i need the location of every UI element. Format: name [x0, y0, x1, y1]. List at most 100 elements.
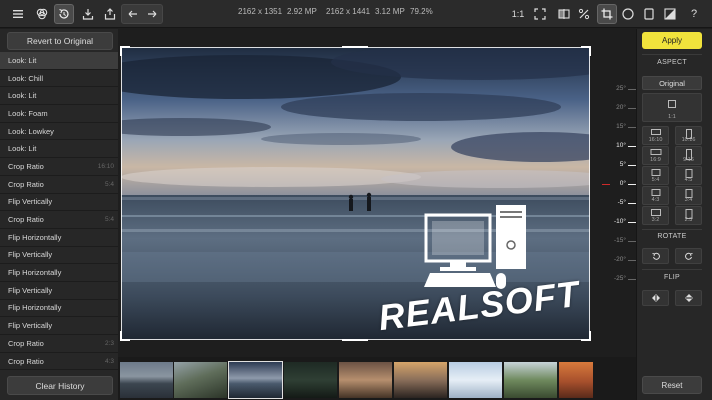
image-canvas[interactable]: REALSOFT [118, 29, 636, 357]
history-item-label: Crop Ratio [8, 338, 44, 348]
history-item[interactable]: Look: Chill [0, 70, 118, 88]
history-item-ratio: 4:3 [104, 357, 114, 365]
ruler-tick-mark [628, 241, 636, 242]
rect-icon[interactable] [639, 4, 659, 24]
history-item[interactable]: Look: Lit [0, 140, 118, 159]
share-icon[interactable] [100, 4, 120, 24]
thumbnail[interactable] [449, 362, 502, 398]
looks-icon[interactable] [32, 4, 52, 24]
aspect-ratio-label: 16:10 [648, 137, 663, 143]
zoom-1to1-button[interactable]: 1:1 [508, 4, 528, 24]
history-item[interactable]: Look: Lowkey [0, 123, 118, 141]
aspect-ratio-button[interactable]: 1:1 [642, 93, 702, 122]
aspect-ratio-button[interactable]: 4:5 [675, 166, 702, 185]
aspect-ratio-label: 16:9 [650, 157, 661, 163]
rotate-right-icon[interactable] [675, 248, 702, 264]
aspect-original-button[interactable]: Original [642, 76, 702, 90]
menu-icon[interactable] [8, 4, 28, 24]
ruler-tick-mark [628, 127, 636, 128]
rotate-left-icon[interactable] [642, 248, 669, 264]
thumbnail[interactable] [559, 362, 593, 398]
ruler-tick-label: 5° [619, 161, 626, 168]
crop-handle-top-left[interactable] [120, 46, 130, 56]
thumbnail[interactable] [174, 362, 227, 398]
aspect-ratio-button[interactable]: 9:16 [675, 146, 702, 165]
history-item[interactable]: Flip Horizontally [0, 264, 118, 282]
history-item-label: Flip Vertically [8, 197, 53, 207]
thumbnail[interactable] [504, 362, 557, 398]
history-item[interactable]: Crop Ratio 4:3 [0, 353, 118, 371]
revert-button[interactable]: Revert to Original [7, 32, 113, 50]
help-icon[interactable]: ? [684, 4, 704, 24]
thumbnail[interactable] [284, 362, 337, 398]
history-icon[interactable] [54, 4, 74, 24]
history-item[interactable]: Crop Ratio 5:4 [0, 176, 118, 194]
aspect-ratio-button[interactable]: 4:3 [642, 186, 669, 205]
history-item[interactable]: Flip Vertically [0, 247, 118, 265]
crop-handle-bottom-right[interactable] [581, 331, 591, 341]
aspect-ratio-button[interactable]: 16:10 [642, 126, 669, 145]
apply-button[interactable]: Apply [642, 32, 702, 49]
aspect-ratio-button[interactable]: 16:9 [642, 146, 669, 165]
crop-tools-panel: Apply ASPECT Original 1:1 16:10 10:16 16:9 9… [636, 29, 712, 400]
aspect-shape-icon [651, 169, 660, 176]
thumbnail[interactable] [394, 362, 447, 398]
history-item[interactable]: Look: Lit [0, 87, 118, 106]
ruler-tick-label: -15° [614, 237, 626, 244]
crop-frame[interactable] [121, 47, 590, 340]
aspect-ratio-button[interactable]: 2:3 [675, 206, 702, 225]
ruler-tick-label: 10° [616, 142, 626, 149]
aspect-ratio-label: 4:3 [651, 197, 660, 203]
reset-button[interactable]: Reset [642, 376, 702, 394]
history-item-label: Look: Lowkey [8, 126, 54, 136]
clear-history-button[interactable]: Clear History [7, 376, 113, 395]
thumbnail-selected[interactable] [228, 361, 283, 399]
fit-icon[interactable] [530, 4, 550, 24]
history-item[interactable]: Look: Foam [0, 105, 118, 123]
aspect-ratio-button[interactable]: 3:4 [675, 186, 702, 205]
history-item[interactable]: Flip Horizontally [0, 300, 118, 318]
history-item[interactable]: Look: Lit [0, 52, 118, 70]
history-item[interactable]: Crop Ratio 16:10 [0, 158, 118, 176]
original-dimensions: 2162 x 1351 [238, 7, 283, 16]
crop-handle-bottom-left[interactable] [120, 331, 130, 341]
flip-horizontal-icon[interactable] [642, 290, 669, 306]
undo-icon[interactable] [123, 4, 143, 24]
history-item-ratio: 5:4 [104, 180, 114, 188]
redo-icon[interactable] [142, 4, 162, 24]
mask-icon[interactable] [660, 4, 680, 24]
history-item-label: Flip Vertically [8, 285, 53, 295]
history-item[interactable]: Flip Vertically [0, 282, 118, 300]
thumbnail[interactable] [339, 362, 392, 398]
aspect-ratio-button[interactable]: 5:4 [642, 166, 669, 185]
crop-handle-bottom[interactable] [342, 339, 368, 341]
history-item[interactable]: Flip Horizontally [0, 229, 118, 247]
flip-title: FLIP [664, 274, 680, 281]
compare-icon[interactable] [554, 4, 574, 24]
history-item-label: Flip Horizontally [8, 268, 62, 278]
circle-icon[interactable] [618, 4, 638, 24]
aspect-ratio-button[interactable]: 3:2 [642, 206, 669, 225]
history-item[interactable]: Flip Vertically [0, 194, 118, 212]
history-item[interactable]: Crop Ratio 5:4 [0, 211, 118, 229]
photo-editor-app: 2162 x 1351 2.92 MP 2162 x 1441 3.12 MP … [0, 0, 712, 400]
thumbnail[interactable] [120, 362, 173, 398]
aspect-ratio-label: 5:4 [651, 177, 660, 183]
flip-vertical-icon[interactable] [675, 290, 702, 306]
aspect-shape-icon [650, 149, 661, 155]
history-item-label: Look: Lit [8, 91, 37, 101]
percent-icon[interactable] [574, 4, 594, 24]
ruler-tick-label: 15° [616, 123, 626, 130]
history-item-label: Crop Ratio [8, 215, 44, 225]
crop-handle-top-right[interactable] [581, 46, 591, 56]
import-icon[interactable] [78, 4, 98, 24]
rotation-ruler[interactable]: 25° 20° 15° 10° 5° 0° -5° -10° -15° -20° -25° [598, 85, 638, 295]
history-item[interactable]: Crop Ratio 2:3 [0, 335, 118, 353]
crop-icon[interactable] [597, 4, 617, 24]
crop-handle-top[interactable] [342, 46, 368, 48]
aspect-ratio-label: 3:2 [651, 217, 660, 223]
aspect-ratio-label: 10:16 [681, 137, 696, 143]
history-item[interactable]: Flip Vertically [0, 317, 118, 335]
aspect-ratio-button[interactable]: 10:16 [675, 126, 702, 145]
ruler-tick-mark [628, 146, 636, 147]
